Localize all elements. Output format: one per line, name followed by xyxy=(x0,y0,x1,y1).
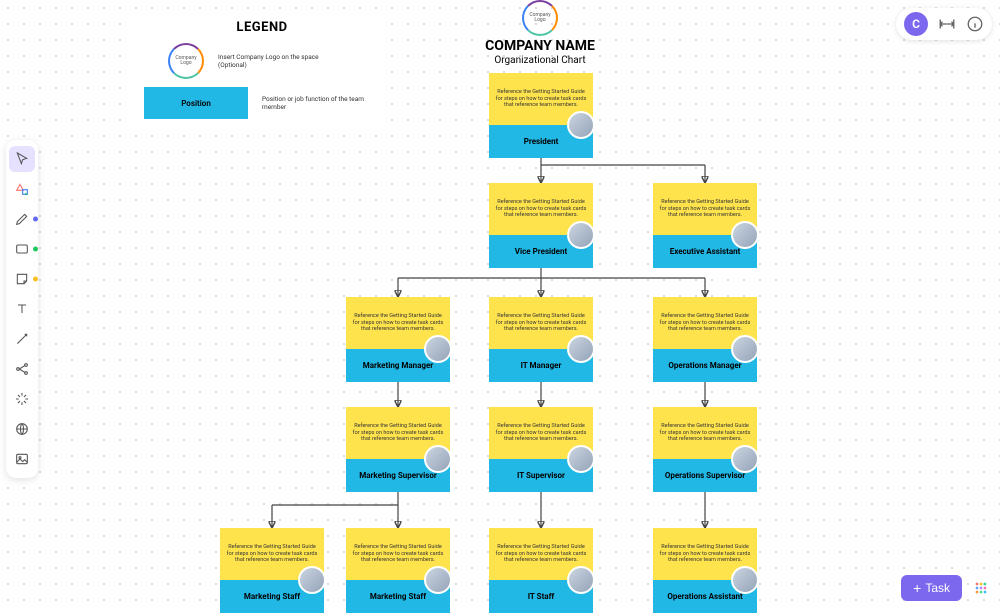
card-ops-asst[interactable]: Reference the Getting Started Guide for … xyxy=(653,528,757,605)
mindmap-tool[interactable] xyxy=(9,356,35,382)
avatar-icon xyxy=(424,445,452,473)
company-name: COMPANY NAME xyxy=(390,38,690,54)
connector-tool[interactable] xyxy=(9,326,35,352)
avatar-icon xyxy=(424,335,452,363)
avatar-icon xyxy=(731,335,759,363)
card-mkt-staff1[interactable]: Reference the Getting Started Guide for … xyxy=(220,528,324,605)
card-title: Marketing Staff xyxy=(244,592,300,601)
card-mkt-staff2[interactable]: Reference the Getting Started Guide for … xyxy=(346,528,450,605)
card-it-sup[interactable]: Reference the Getting Started Guide for … xyxy=(489,407,593,484)
legend-position-desc: Position or job function of the team mem… xyxy=(262,95,382,112)
card-title: Marketing Supervisor xyxy=(359,471,437,480)
left-toolbar xyxy=(6,140,38,478)
task-button[interactable]: +Task xyxy=(901,575,962,601)
legend-panel: LEGEND Company Logo Insert Company Logo … xyxy=(134,12,390,128)
chart-header: Company Logo COMPANY NAME Organizational… xyxy=(390,0,690,66)
avatar-icon xyxy=(424,566,452,594)
sticky-note-tool[interactable] xyxy=(9,266,35,292)
card-title: Operations Supervisor xyxy=(665,471,745,480)
shapes-tool[interactable] xyxy=(9,176,35,202)
card-ops-mgr[interactable]: Reference the Getting Started Guide for … xyxy=(653,297,757,374)
image-tool[interactable] xyxy=(9,446,35,472)
apps-button[interactable] xyxy=(970,577,992,599)
card-mkt-mgr[interactable]: Reference the Getting Started Guide for … xyxy=(346,297,450,374)
pen-tool[interactable] xyxy=(9,206,35,232)
info-icon[interactable] xyxy=(966,15,984,33)
legend-logo-desc: Insert Company Logo on the space (Option… xyxy=(218,53,338,70)
legend-logo-icon: Company Logo xyxy=(168,43,204,79)
ai-tool[interactable] xyxy=(9,386,35,412)
text-tool[interactable] xyxy=(9,296,35,322)
card-president[interactable]: Reference the Getting Started Guide for … xyxy=(489,73,593,150)
bottom-right-controls: +Task xyxy=(901,575,992,601)
avatar-icon xyxy=(567,221,595,249)
avatar-icon xyxy=(298,566,326,594)
company-logo-icon: Company Logo xyxy=(522,0,558,36)
task-button-label: Task xyxy=(925,581,950,595)
top-right-controls: C xyxy=(896,8,992,40)
card-title: President xyxy=(524,137,559,146)
avatar-icon xyxy=(567,566,595,594)
card-ea[interactable]: Reference the Getting Started Guide for … xyxy=(653,183,757,260)
card-title: Executive Assistant xyxy=(670,247,741,256)
card-title: IT Supervisor xyxy=(517,471,565,480)
avatar-icon xyxy=(567,335,595,363)
card-vp[interactable]: Reference the Getting Started Guide for … xyxy=(489,183,593,260)
card-it-staff[interactable]: Reference the Getting Started Guide for … xyxy=(489,528,593,605)
avatar-icon xyxy=(731,221,759,249)
avatar-icon xyxy=(731,445,759,473)
select-tool[interactable] xyxy=(9,146,35,172)
fit-width-icon[interactable] xyxy=(938,15,956,33)
card-title: Marketing Manager xyxy=(363,361,433,370)
card-title: IT Manager xyxy=(521,361,562,370)
avatar-icon xyxy=(567,111,595,139)
card-it-mgr[interactable]: Reference the Getting Started Guide for … xyxy=(489,297,593,374)
avatar-icon xyxy=(731,566,759,594)
card-mkt-sup[interactable]: Reference the Getting Started Guide for … xyxy=(346,407,450,484)
card-title: Vice President xyxy=(515,247,567,256)
avatar-icon xyxy=(567,445,595,473)
card-ops-sup[interactable]: Reference the Getting Started Guide for … xyxy=(653,407,757,484)
user-avatar[interactable]: C xyxy=(904,12,928,36)
card-title: Marketing Staff xyxy=(370,592,426,601)
legend-position-chip: Position xyxy=(144,87,248,119)
card-title: IT Staff xyxy=(528,592,555,601)
chart-subtitle: Organizational Chart xyxy=(390,55,690,66)
legend-title: LEGEND xyxy=(134,20,390,35)
rectangle-tool[interactable] xyxy=(9,236,35,262)
web-tool[interactable] xyxy=(9,416,35,442)
card-title: Operations Manager xyxy=(668,361,741,370)
card-title: Operations Assistant xyxy=(667,592,742,601)
